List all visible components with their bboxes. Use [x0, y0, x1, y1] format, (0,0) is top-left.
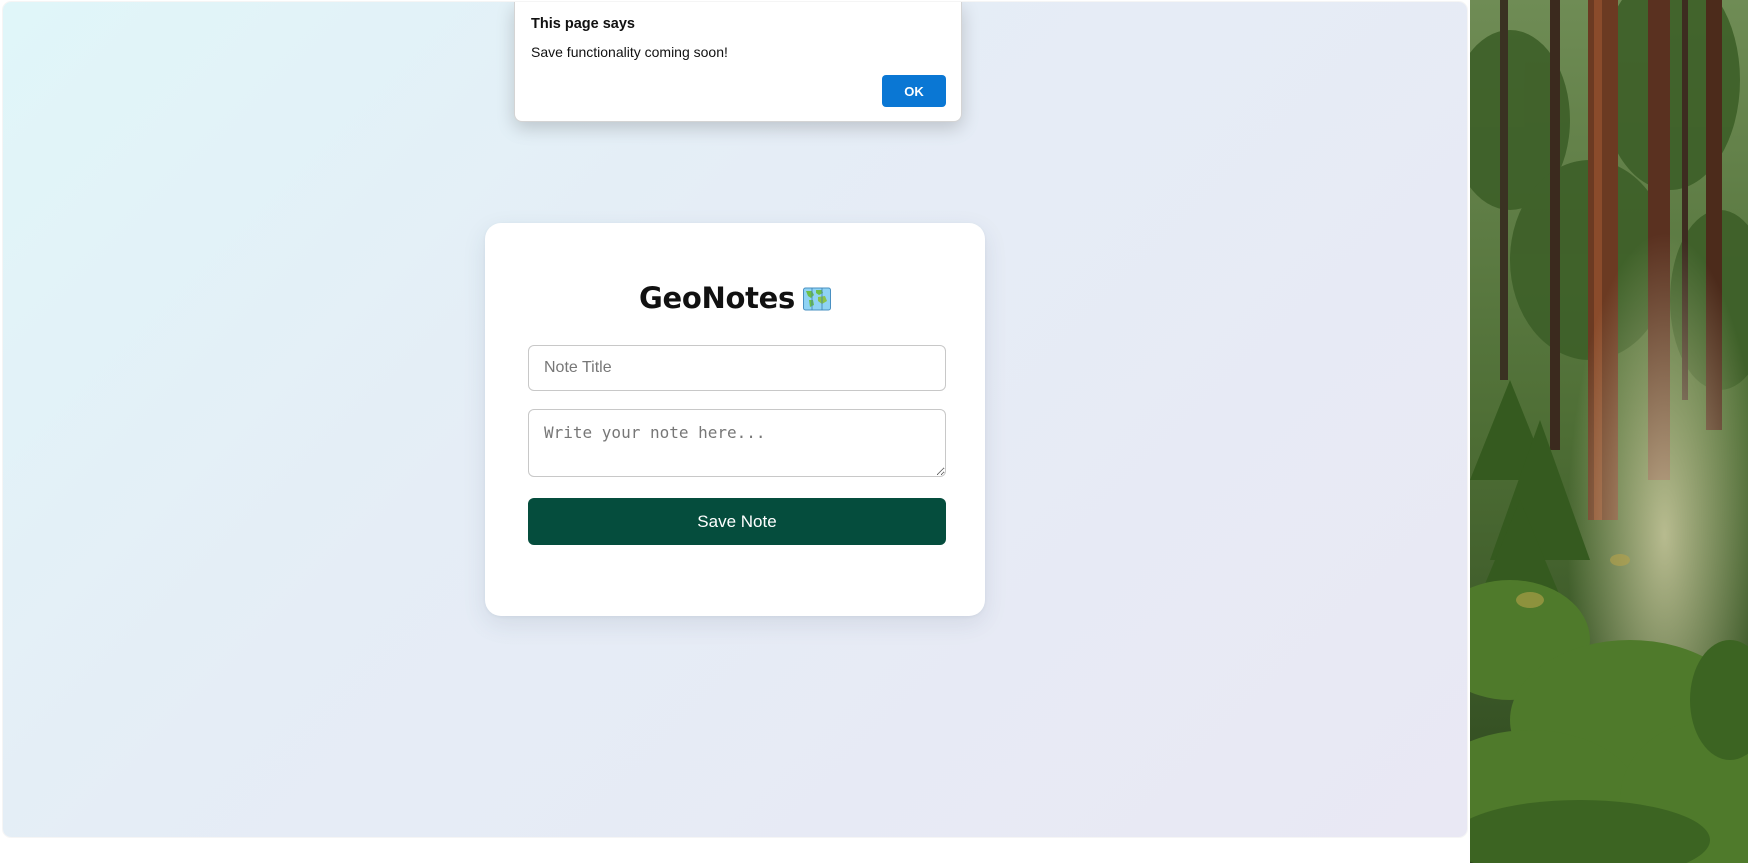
screen: GeoNotes Save Note This page says Save f… — [0, 0, 1748, 863]
save-note-button[interactable]: Save Note — [528, 498, 946, 545]
desktop-wallpaper — [1470, 0, 1748, 863]
forest-wallpaper-image — [1470, 0, 1748, 863]
note-body-textarea[interactable] — [528, 409, 946, 477]
app-title: GeoNotes — [639, 281, 795, 315]
alert-message: Save functionality coming soon! — [531, 44, 728, 60]
alert-dialog: This page says Save functionality coming… — [514, 2, 962, 122]
alert-ok-button[interactable]: OK — [882, 75, 946, 107]
note-card: GeoNotes Save Note — [485, 223, 985, 616]
page-title: GeoNotes — [485, 281, 985, 315]
alert-heading: This page says — [531, 16, 635, 32]
note-title-input[interactable] — [528, 345, 946, 391]
browser-viewport: GeoNotes Save Note This page says Save f… — [3, 2, 1467, 837]
world-map-icon — [802, 287, 831, 311]
